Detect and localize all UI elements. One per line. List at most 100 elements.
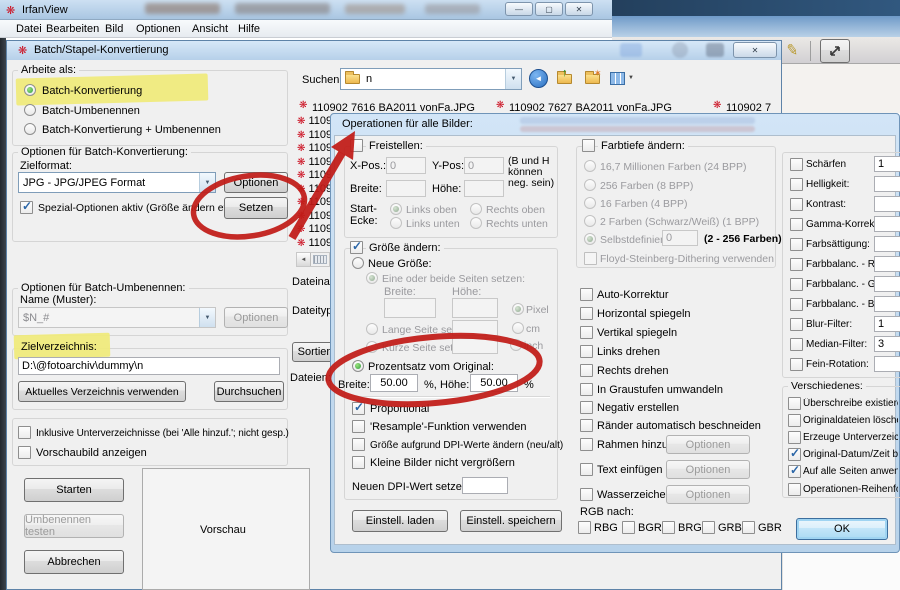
fine-rotation-input[interactable]	[874, 356, 900, 372]
keep-datetime-checkbox[interactable]	[788, 446, 801, 461]
colorbalance-g-input[interactable]	[874, 276, 900, 292]
radio-batch-konv-umbenennen-label[interactable]: Batch-Konvertierung + Umbenennen	[42, 124, 221, 136]
menu-bearbeiten[interactable]: Bearbeiten	[46, 23, 99, 35]
scrollbar-thumb[interactable]	[313, 255, 327, 264]
insert-text-checkbox[interactable]	[580, 463, 593, 476]
new-size-radio[interactable]	[352, 257, 364, 269]
batch-close-button[interactable]: ✕	[733, 42, 777, 58]
dpi-resize-checkbox[interactable]	[352, 438, 365, 451]
resize-checkbox[interactable]	[350, 239, 363, 254]
percent-height-input[interactable]	[470, 374, 518, 392]
include-subdirs-checkbox[interactable]	[18, 426, 31, 439]
add-frame-checkbox[interactable]	[580, 438, 593, 451]
cancel-button[interactable]: Abbrechen	[24, 550, 124, 574]
gamma-checkbox[interactable]	[790, 218, 803, 231]
folder-select[interactable]: n	[340, 68, 522, 90]
percent-radio-label[interactable]: Prozentsatz vom Original:	[368, 361, 494, 373]
new-folder-icon[interactable]: ✶	[584, 68, 604, 87]
apply-all-pages-checkbox[interactable]	[788, 463, 801, 478]
radio-batch-konv-umbenennen[interactable]	[24, 123, 36, 135]
grayscale-checkbox[interactable]	[580, 383, 593, 396]
setzen-button[interactable]: Setzen	[224, 197, 288, 219]
percent-width-input[interactable]	[370, 374, 418, 392]
radio-batch-umbenennen[interactable]	[24, 104, 36, 116]
scroll-left-arrow[interactable]: ◄	[297, 253, 311, 266]
median-checkbox[interactable]	[790, 338, 803, 351]
resample-checkbox[interactable]	[352, 420, 365, 433]
colorbalance-r-checkbox[interactable]	[790, 258, 803, 271]
blur-checkbox[interactable]	[790, 318, 803, 331]
close-button[interactable]: ✕	[565, 2, 593, 16]
sharpen-checkbox[interactable]	[790, 158, 803, 171]
colorbalance-b-checkbox[interactable]	[790, 298, 803, 311]
menu-bild[interactable]: Bild	[105, 23, 123, 35]
target-dir-input[interactable]	[18, 357, 280, 375]
special-options-checkbox[interactable]	[20, 199, 33, 214]
saturation-checkbox[interactable]	[790, 238, 803, 251]
delete-originals-checkbox[interactable]	[788, 414, 801, 427]
rotate-right-checkbox[interactable]	[580, 364, 593, 377]
target-format-select[interactable]: JPG - JPG/JPEG Format	[18, 172, 216, 193]
up-folder-icon[interactable]: ↑	[556, 67, 576, 87]
new-size-label[interactable]: Neue Größe:	[368, 258, 432, 270]
proportional-checkbox[interactable]	[352, 400, 365, 415]
brightness-input[interactable]	[874, 176, 900, 192]
new-dpi-input[interactable]	[462, 477, 508, 494]
create-subdirs-checkbox[interactable]	[788, 431, 801, 444]
percent-radio[interactable]	[352, 360, 364, 372]
median-input[interactable]	[874, 336, 900, 352]
rotate-left-checkbox[interactable]	[580, 345, 593, 358]
horizontal-scrollbar[interactable]: ◄	[296, 252, 330, 267]
file-list-clipped-column[interactable]: ❋ 110902 ❋ 110902 ❋ 110902 ❋ 110902 ❋ 11…	[297, 115, 330, 250]
colorbalance-g-checkbox[interactable]	[790, 278, 803, 291]
ok-button[interactable]: OK	[796, 518, 888, 540]
percent-breite-label: Breite:	[338, 379, 370, 391]
rgb-bgr-checkbox[interactable]	[622, 521, 635, 534]
maximize-button[interactable]: ▢	[535, 2, 563, 16]
save-settings-button[interactable]: Einstell. speichern	[460, 510, 562, 532]
radio-batch-konvertierung[interactable]	[24, 84, 36, 96]
gamma-input[interactable]	[874, 216, 900, 232]
no-enlarge-checkbox[interactable]	[352, 456, 365, 469]
rgb-brg-checkbox[interactable]	[662, 521, 675, 534]
use-current-dir-button[interactable]: Aktuelles Verzeichnis verwenden	[18, 381, 186, 402]
preview-image-checkbox[interactable]	[18, 446, 31, 459]
menu-optionen[interactable]: Optionen	[136, 23, 181, 35]
format-options-button[interactable]: Optionen	[224, 172, 288, 193]
menu-datei[interactable]: Datei	[16, 23, 42, 35]
saturation-input[interactable]	[874, 236, 900, 252]
start-button[interactable]: Starten	[24, 478, 124, 502]
radio-batch-umbenennen-label[interactable]: Batch-Umbenennen	[42, 105, 140, 117]
views-menu-icon[interactable]: ▼	[610, 72, 636, 86]
colorbalance-r-input[interactable]	[874, 256, 900, 272]
flip-vertical-checkbox[interactable]	[580, 326, 593, 339]
rgb-rbg-checkbox[interactable]	[578, 521, 591, 534]
menu-ansicht[interactable]: Ansicht	[192, 23, 228, 35]
overwrite-checkbox[interactable]	[788, 397, 801, 410]
color-depth-checkbox[interactable]	[582, 139, 595, 152]
menu-hilfe[interactable]: Hilfe	[238, 23, 260, 35]
operations-order-checkbox[interactable]	[788, 483, 801, 496]
blur-input[interactable]	[874, 316, 900, 332]
negative-checkbox[interactable]	[580, 401, 593, 414]
back-icon[interactable]: ◄	[529, 69, 548, 88]
rgb-gbr-checkbox[interactable]	[742, 521, 755, 534]
contrast-input[interactable]	[874, 196, 900, 212]
auto-korrektur-checkbox[interactable]	[580, 288, 593, 301]
fine-rotation-checkbox[interactable]	[790, 358, 803, 371]
browse-button[interactable]: Durchsuchen	[214, 381, 284, 402]
watermark-checkbox[interactable]	[580, 488, 593, 501]
radio-batch-konvertierung-label[interactable]: Batch-Konvertierung	[42, 85, 142, 97]
expand-window-button[interactable]	[820, 39, 850, 63]
highlighter-pen-icon[interactable]: ✎	[785, 40, 800, 60]
contrast-checkbox[interactable]	[790, 198, 803, 211]
colorbalance-b-input[interactable]	[874, 296, 900, 312]
minimize-button[interactable]: —	[505, 2, 533, 16]
rgb-grb-checkbox[interactable]	[702, 521, 715, 534]
flip-horizontal-checkbox[interactable]	[580, 307, 593, 320]
crop-checkbox[interactable]	[350, 139, 363, 152]
brightness-checkbox[interactable]	[790, 178, 803, 191]
load-settings-button[interactable]: Einstell. laden	[352, 510, 448, 532]
autocrop-borders-checkbox[interactable]	[580, 419, 593, 432]
sharpen-input[interactable]	[874, 156, 900, 172]
